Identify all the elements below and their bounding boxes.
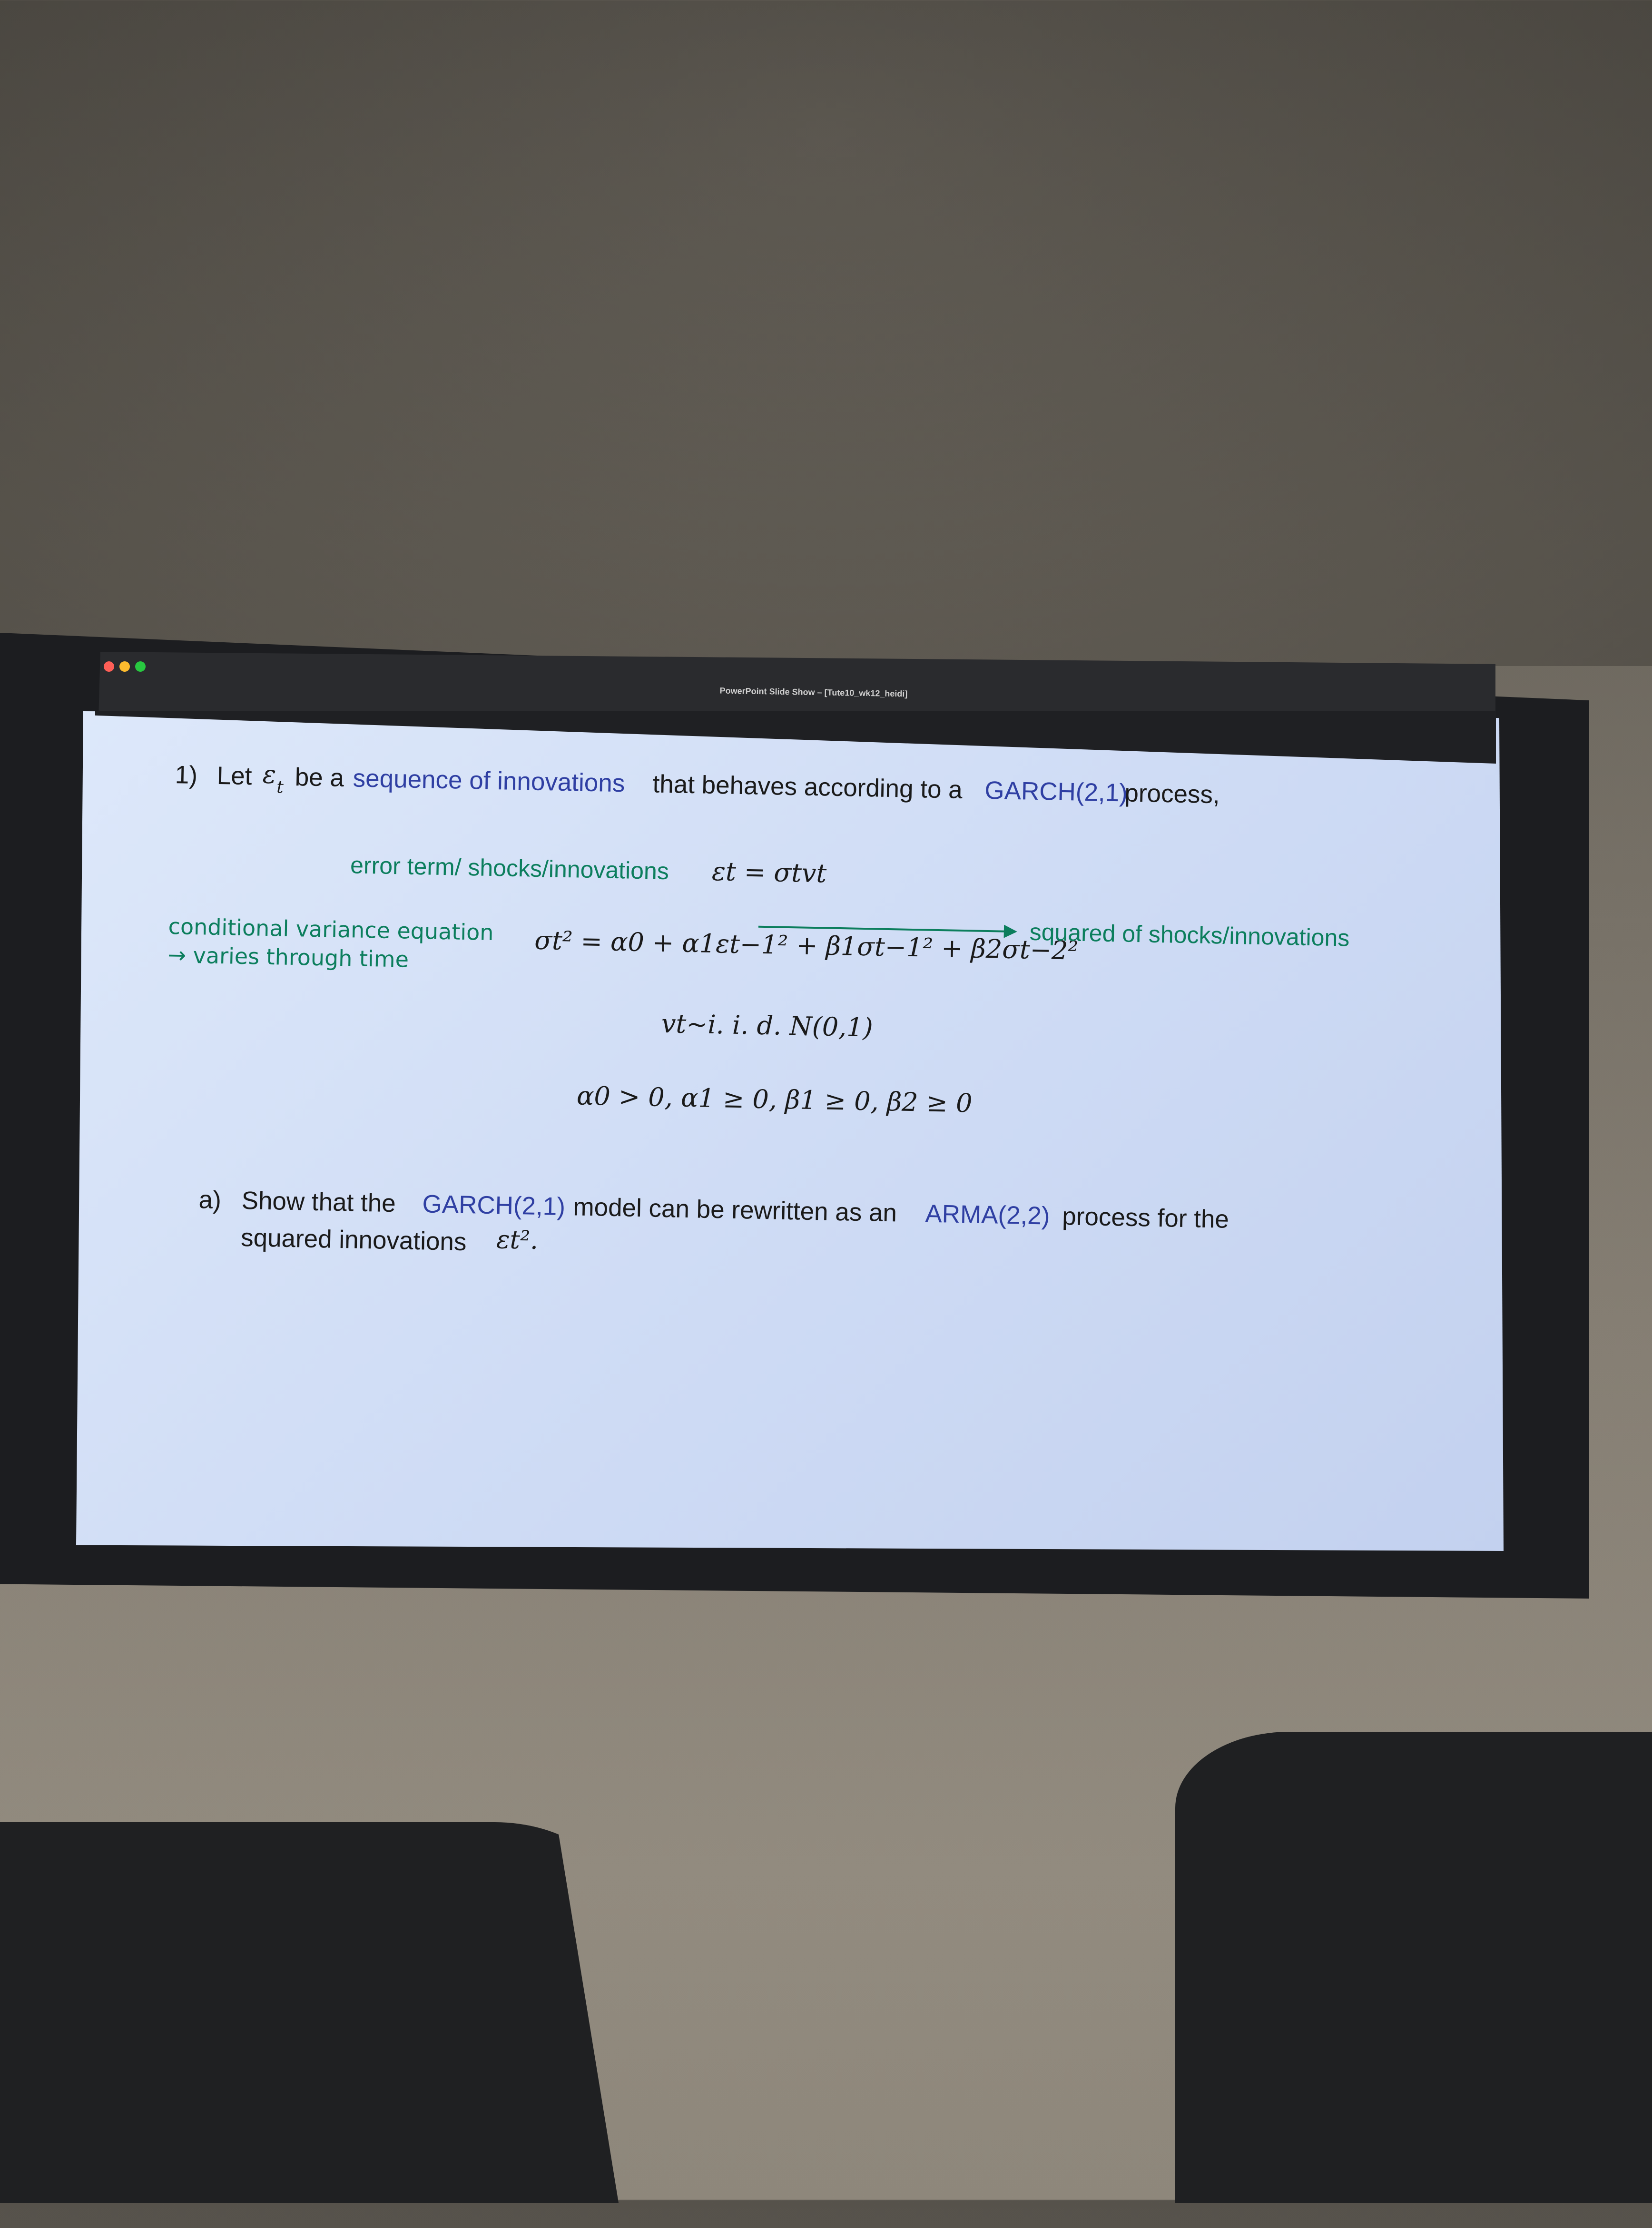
- part-a-label: a): [198, 1186, 222, 1215]
- intro-let: Let: [216, 761, 253, 791]
- iid-equation: vt~i. i. d. N(0,1): [661, 1008, 874, 1043]
- question-number: 1): [175, 761, 198, 790]
- part-a-garch: GARCH(2,1): [422, 1190, 566, 1221]
- part-a-show: Show that the: [241, 1187, 396, 1218]
- chair-left: [0, 1822, 619, 2203]
- arrow-head-icon: [1003, 924, 1018, 939]
- intro-be-a: be a: [295, 763, 344, 792]
- intro-sequence-link: sequence of innovations: [353, 764, 625, 798]
- intro-epsilon: ε: [262, 760, 276, 790]
- error-equation: εt = σtvt: [711, 856, 827, 889]
- chair-right: [1175, 1732, 1652, 2203]
- intro-epsilon-subscript: t: [276, 777, 284, 797]
- part-a-epsilon: εt².: [496, 1225, 539, 1255]
- part-a-end: process for the: [1062, 1202, 1229, 1234]
- intro-model: GARCH(2,1): [984, 776, 1128, 807]
- constraints-equation: α0 > 0, α1 ≥ 0, β1 ≥ 0, β2 ≥ 0: [576, 1080, 973, 1119]
- intro-text: that behaves according to a: [652, 770, 963, 804]
- conditional-variance-annotation: conditional variance equation: [168, 913, 494, 946]
- part-a-line2: squared innovations: [240, 1223, 467, 1256]
- varies-annotation: → varies through time: [167, 942, 409, 972]
- part-a-arma: ARMA(2,2): [924, 1199, 1051, 1230]
- intro-end: process,: [1124, 779, 1220, 809]
- error-term-annotation: error term/ shocks/innovations: [350, 852, 669, 885]
- part-a-mid: model can be rewritten as an: [572, 1193, 897, 1227]
